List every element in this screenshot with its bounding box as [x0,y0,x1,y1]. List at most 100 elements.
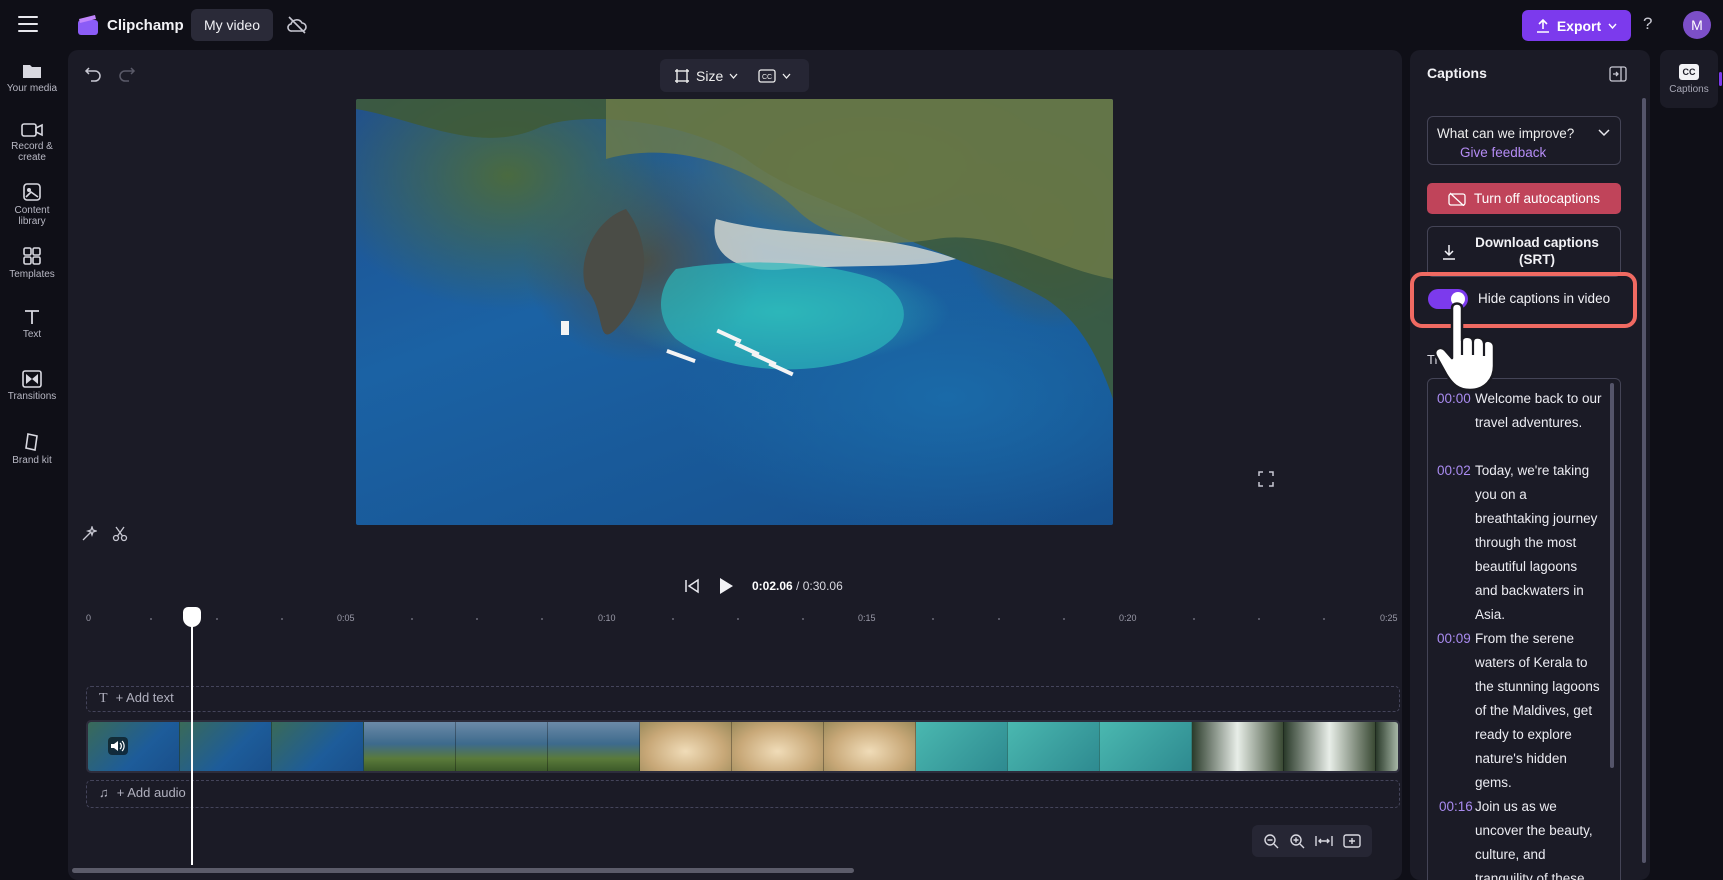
text-track-icon: T [99,691,108,706]
clip-thumbnail [180,722,272,771]
sidebar-item-label: Record & create [11,141,53,163]
transcript-text: Today, we're taking you on a breathtakin… [1475,463,1598,622]
ruler-tick-label: 0 [86,613,92,623]
turn-off-autocaptions-button[interactable]: Turn off autocaptions [1427,183,1621,214]
export-button[interactable]: Export [1522,10,1631,41]
music-note-icon: ♫ [99,785,109,800]
clip-thumbnail [364,722,456,771]
captions-cc-icon[interactable]: CC [758,68,776,83]
ruler-tick-label: 0:10 [598,613,616,623]
resize-icon[interactable] [674,68,690,84]
active-indicator [1719,72,1722,86]
magic-wand-icon[interactable] [81,526,97,542]
sidebar-item-label: Brand kit [12,455,52,466]
clip-thumbnail [548,722,640,771]
rail-item-captions[interactable]: CC Captions [1660,50,1718,108]
captions-panel: Captions What can we improve? Give feedb… [1410,50,1650,880]
redo-icon[interactable] [118,64,136,82]
clip-thumbnail [1376,722,1398,771]
video-preview[interactable] [356,99,1113,525]
sidebar-item-your-media[interactable]: Your media [0,62,64,94]
autocaptions-label: Turn off autocaptions [1473,191,1601,206]
app-name: Clipchamp [107,17,184,34]
undo-icon[interactable] [84,64,102,82]
clip-thumbnail [1284,722,1376,771]
clip-thumbnail [916,722,1008,771]
sidebar-item-label: Your media [6,83,58,94]
clip-thumbnail [456,722,548,771]
skip-to-start-icon[interactable] [684,578,700,594]
playhead-line[interactable] [191,620,193,865]
lagoon-scene-image [356,99,1113,399]
transcript-timestamp[interactable]: 00:09 [1437,631,1471,646]
fit-timeline-icon[interactable] [1315,834,1333,848]
brand-kit-icon [25,433,38,451]
scissors-icon[interactable] [112,526,128,542]
help-icon[interactable]: ? [1643,14,1652,34]
add-audio-track[interactable]: ♫ + Add audio [86,780,1400,808]
transcript-scrollbar[interactable] [1610,383,1614,768]
chevron-down-icon [1608,23,1617,29]
panel-scrollbar[interactable] [1642,98,1646,863]
transitions-icon [22,370,42,388]
download-captions-label: Download captions (SRT) [1475,235,1599,267]
clip-thumbnail [1192,722,1284,771]
chevron-down-icon[interactable] [1598,129,1610,137]
rail-item-label: Captions [1669,84,1709,95]
transcript-timestamp[interactable]: 00:00 [1437,391,1471,406]
download-icon [1443,245,1455,260]
left-sidebar: Your media Record & create Content libra… [0,50,64,880]
transcript-text: From the serene waters of Kerala to the … [1475,631,1600,790]
sidebar-item-text[interactable]: Text [0,308,64,340]
sidebar-item-transitions[interactable]: Transitions [0,370,64,402]
upload-icon [1536,18,1549,33]
sidebar-item-brand-kit[interactable]: Brand kit [0,432,64,466]
play-icon[interactable] [718,577,734,595]
sidebar-item-templates[interactable]: Templates [0,246,64,280]
transcript-list[interactable]: 00:00 Welcome back to our travel adventu… [1427,378,1621,880]
hamburger-menu-icon[interactable] [18,16,38,32]
clip-thumbnail [732,722,824,771]
clip-thumbnail [272,722,364,771]
give-feedback-link[interactable]: Give feedback [1460,145,1546,160]
zoom-out-icon[interactable] [1263,833,1279,849]
size-toolbar: Size CC [660,59,809,92]
sidebar-item-label: Text [22,329,42,340]
clipchamp-logo-icon [78,15,98,35]
clip-thumbnail [1008,722,1100,771]
collapse-panel-icon[interactable] [1609,66,1627,82]
fullscreen-icon[interactable] [1258,471,1274,487]
captions-off-icon [1448,192,1466,206]
sidebar-item-label: Templates [9,269,55,280]
transcript-timestamp[interactable]: 00:16 [1439,799,1473,814]
zoom-in-icon[interactable] [1289,833,1305,849]
avatar[interactable]: M [1683,11,1711,39]
clip-thumbnail [824,722,916,771]
ruler-tick-label: 0:25 [1380,613,1398,623]
project-name-tab[interactable]: My video [191,9,273,41]
download-captions-button[interactable]: Download captions (SRT) [1427,226,1621,277]
folder-icon [23,65,41,78]
ruler-tick-label: 0:05 [337,613,355,623]
volume-icon[interactable] [108,737,128,755]
captions-cc-icon: CC [1679,64,1699,80]
chevron-down-icon [782,73,791,79]
sidebar-item-label: Content library [14,205,50,227]
cloud-off-icon[interactable] [286,15,308,35]
clip-thumbnail [640,722,732,771]
sidebar-item-content-library[interactable]: Content library [0,182,64,227]
add-track-icon[interactable] [1343,834,1361,848]
clip-thumbnail [88,722,180,771]
feedback-card[interactable]: What can we improve? Give feedback [1427,116,1621,165]
video-clip-track[interactable] [86,720,1400,773]
size-label[interactable]: Size [696,68,723,84]
sidebar-item-record-create[interactable]: Record & create [0,122,64,163]
time-readout: 0:02.06 / 0:30.06 [752,579,843,593]
sidebar-item-label: Transitions [7,391,57,402]
top-bar: Clipchamp My video Export ? M [0,0,1723,50]
svg-text:CC: CC [762,74,772,81]
add-text-track[interactable]: T + Add text [86,686,1400,712]
transcript-timestamp[interactable]: 00:02 [1437,463,1471,478]
ruler-tick-label: 0:15 [858,613,876,623]
timeline-horizontal-scrollbar[interactable] [72,868,854,873]
